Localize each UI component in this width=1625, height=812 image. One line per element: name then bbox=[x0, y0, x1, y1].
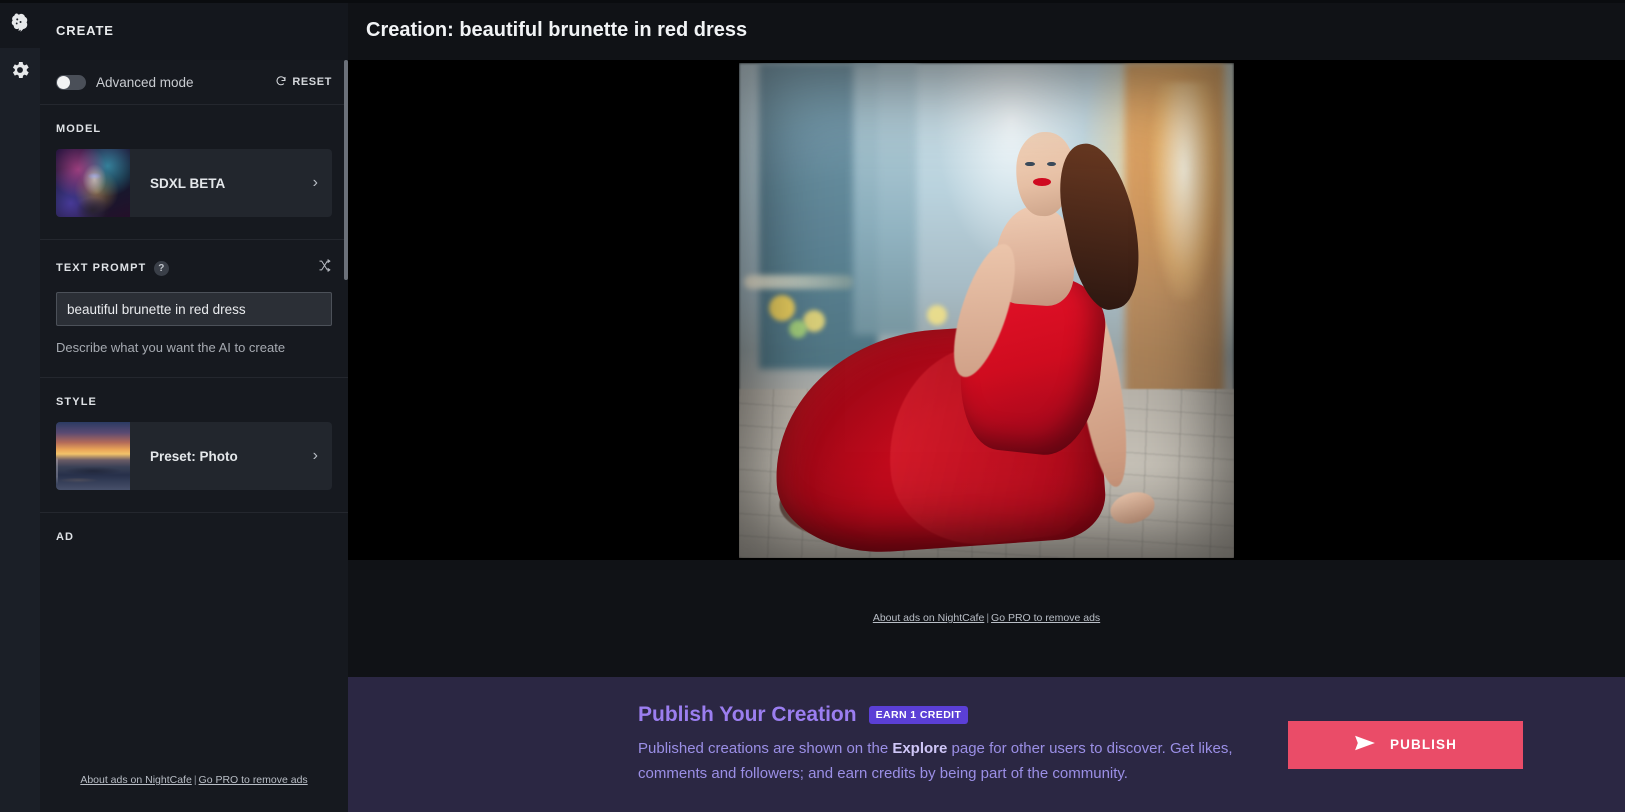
style-section-header: STYLE bbox=[56, 396, 332, 408]
sidebar-ad-section: AD About ads on NightCafe | Go PRO to remo… bbox=[40, 513, 348, 812]
style-thumbnail bbox=[56, 422, 130, 490]
window-top-strip bbox=[0, 0, 1625, 3]
send-icon bbox=[1354, 734, 1376, 755]
gear-icon bbox=[9, 59, 31, 86]
advanced-mode-toggle[interactable] bbox=[56, 74, 86, 90]
icon-rail bbox=[0, 0, 40, 812]
refresh-icon bbox=[275, 75, 287, 90]
reset-label: RESET bbox=[292, 76, 332, 88]
text-prompt-hint: Describe what you want the AI to create bbox=[56, 340, 286, 355]
text-prompt-label-text: TEXT PROMPT bbox=[56, 262, 147, 274]
toggle-knob bbox=[57, 75, 70, 89]
style-section-label: STYLE bbox=[56, 396, 97, 408]
advanced-mode-panel: Advanced mode RESET bbox=[40, 60, 348, 105]
ad-label: AD bbox=[56, 531, 75, 543]
text-prompt-section-header: TEXT PROMPT ? bbox=[56, 258, 332, 278]
model-section: MODEL SDXL BETA › bbox=[40, 105, 348, 240]
sidebar-header: CREATE bbox=[40, 0, 348, 60]
model-section-header: MODEL bbox=[56, 123, 332, 135]
publish-desc-part1: Published creations are shown on the bbox=[638, 740, 893, 758]
text-prompt-section-label: TEXT PROMPT ? bbox=[56, 260, 170, 276]
style-name: Preset: Photo bbox=[150, 448, 238, 464]
link-separator: | bbox=[986, 612, 990, 624]
model-section-label: MODEL bbox=[56, 123, 102, 135]
rail-item-settings[interactable] bbox=[0, 48, 40, 96]
page-title: Creation: beautiful brunette in red dres… bbox=[366, 18, 748, 41]
publish-button[interactable]: PUBLISH bbox=[1288, 720, 1523, 769]
publish-desc-emphasis: Explore bbox=[892, 740, 948, 758]
publish-copy: Publish Your Creation EARN 1 CREDIT Publ… bbox=[638, 703, 1268, 786]
app-root: CREATE Advanced mode RESET MODEL SDXL BE… bbox=[0, 0, 1625, 812]
text-prompt-section: TEXT PROMPT ? Describe what you want the… bbox=[40, 240, 348, 378]
publish-description: Published creations are shown on the Exp… bbox=[638, 737, 1268, 786]
go-pro-link[interactable]: Go PRO to remove ads bbox=[199, 774, 308, 786]
help-icon[interactable]: ? bbox=[154, 260, 170, 276]
go-pro-link[interactable]: Go PRO to remove ads bbox=[991, 612, 1100, 624]
chevron-right-icon: › bbox=[312, 447, 318, 464]
creation-canvas bbox=[348, 60, 1625, 560]
advanced-mode-label: Advanced mode bbox=[96, 74, 194, 90]
main-ad-links: About ads on NightCafe | Go PRO to remove … bbox=[873, 612, 1100, 624]
sidebar-title: CREATE bbox=[56, 22, 114, 38]
generated-image[interactable] bbox=[739, 62, 1234, 558]
model-name: SDXL BETA bbox=[150, 175, 226, 191]
reset-button[interactable]: RESET bbox=[275, 75, 332, 90]
publish-title-row: Publish Your Creation EARN 1 CREDIT bbox=[638, 703, 1268, 727]
publish-title: Publish Your Creation bbox=[638, 703, 857, 727]
sidebar-ad-links: About ads on NightCafe | Go PRO to remove … bbox=[56, 774, 332, 794]
earn-credit-badge: EARN 1 CREDIT bbox=[868, 706, 969, 725]
image-vignette bbox=[739, 63, 1234, 558]
main-header: Creation: beautiful brunette in red dres… bbox=[348, 0, 1625, 60]
model-thumbnail bbox=[56, 149, 130, 217]
brain-icon bbox=[9, 11, 31, 38]
publish-button-label: PUBLISH bbox=[1390, 737, 1457, 752]
rail-item-create[interactable] bbox=[0, 0, 40, 48]
chevron-right-icon: › bbox=[312, 174, 318, 191]
style-selector-card[interactable]: Preset: Photo › bbox=[56, 422, 332, 490]
model-selector-card[interactable]: SDXL BETA › bbox=[56, 149, 332, 217]
advanced-mode-row: Advanced mode RESET bbox=[56, 60, 332, 104]
shuffle-icon[interactable] bbox=[317, 258, 332, 278]
about-ads-link[interactable]: About ads on NightCafe bbox=[873, 612, 985, 624]
create-sidebar: CREATE Advanced mode RESET MODEL SDXL BE… bbox=[40, 0, 348, 812]
publish-banner: Publish Your Creation EARN 1 CREDIT Publ… bbox=[348, 677, 1625, 812]
style-section: STYLE Preset: Photo › bbox=[40, 378, 348, 513]
link-separator: | bbox=[193, 774, 197, 786]
about-ads-link[interactable]: About ads on NightCafe bbox=[80, 774, 192, 786]
text-prompt-input[interactable] bbox=[56, 292, 332, 326]
